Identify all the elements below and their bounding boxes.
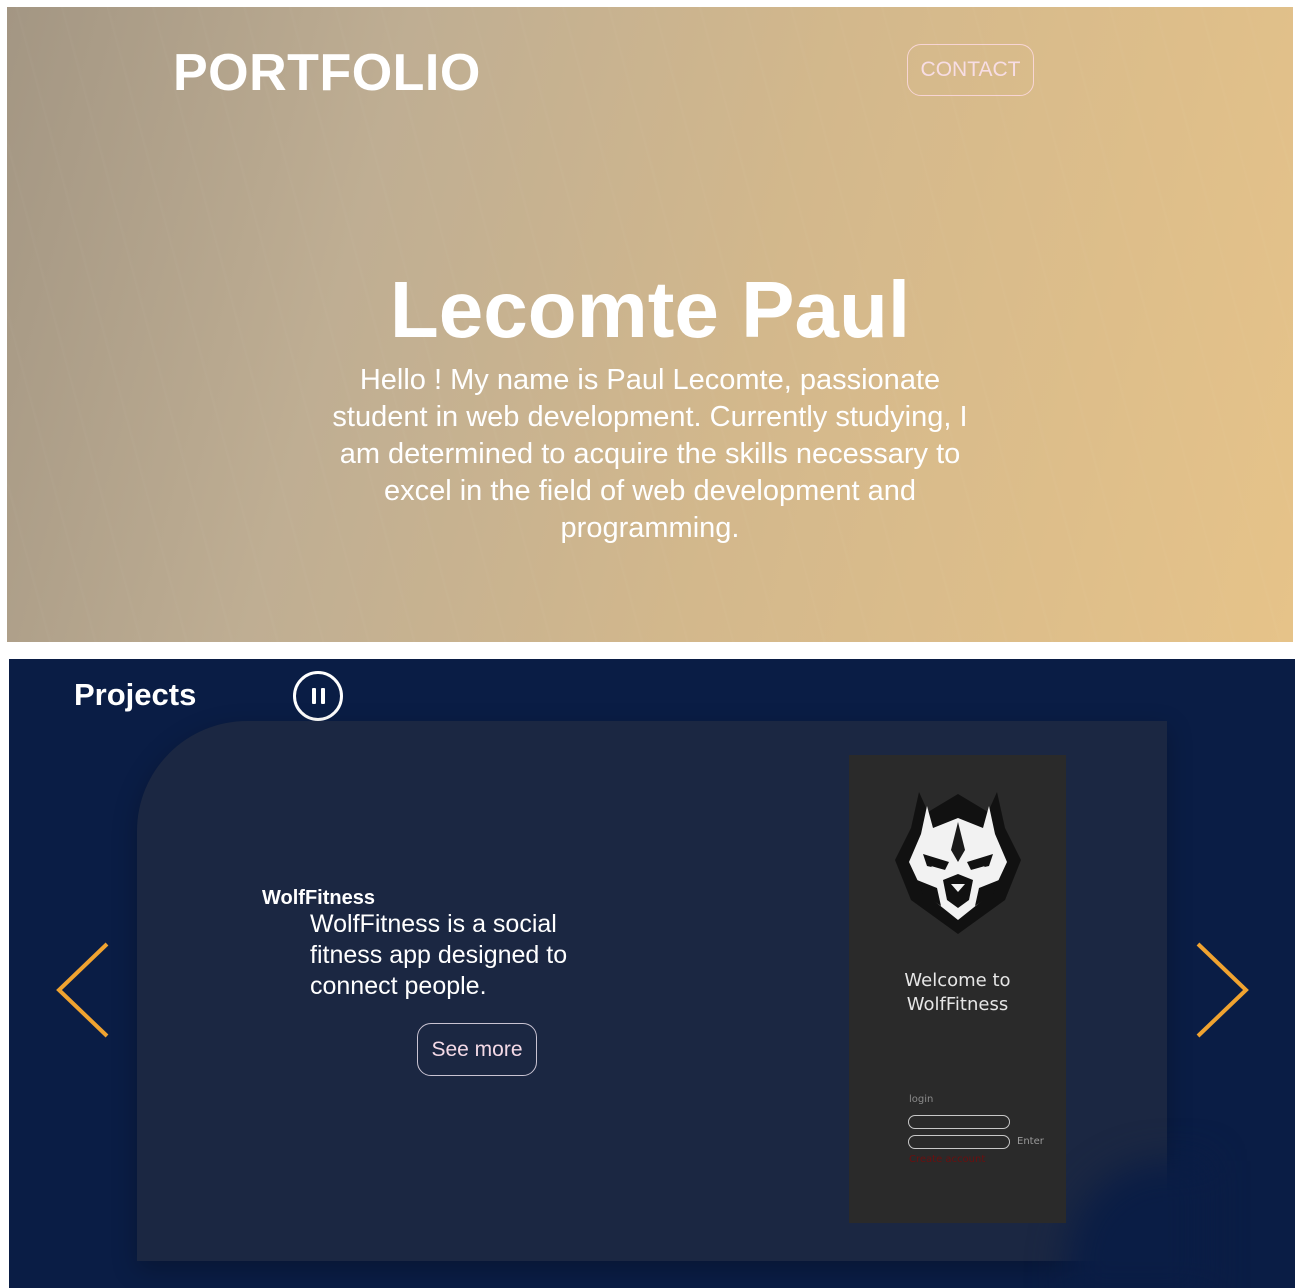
chevron-left-icon[interactable]	[53, 940, 113, 1040]
hero-section: PORTFOLIO CONTACT Lecomte Paul Hello ! M…	[7, 7, 1293, 642]
preview-enter-label: Enter	[1017, 1136, 1044, 1147]
wolf-logo-icon	[895, 792, 1021, 934]
project-description: WolfFitness is a social fitness app desi…	[310, 910, 568, 1000]
hero-intro: Hello ! My name is Paul Lecomte, passion…	[332, 364, 968, 544]
projects-title: Projects	[74, 677, 197, 712]
preview-welcome-line1: Welcome to	[904, 970, 1011, 991]
pause-icon	[311, 688, 316, 704]
hero-name: Lecomte Paul	[389, 265, 911, 354]
project-card: WolfFitness WolfFitness is a social fitn…	[137, 721, 1207, 1288]
preview-welcome-line2: WolfFitness	[906, 994, 1009, 1015]
project-name: WolfFitness	[262, 887, 375, 909]
preview-password-field	[908, 1135, 1010, 1149]
carousel-pause-button[interactable]	[293, 671, 343, 721]
preview-login-field	[908, 1115, 1010, 1129]
see-more-button[interactable]: See more	[417, 1023, 537, 1076]
card-corner-fade	[1067, 1161, 1207, 1288]
preview-create-account-label: Create account	[909, 1154, 986, 1165]
site-brand[interactable]: PORTFOLIO	[173, 43, 481, 103]
chevron-right-icon[interactable]	[1192, 940, 1252, 1040]
preview-welcome-text: Welcome to WolfFitness	[849, 969, 1066, 1017]
project-preview-screenshot: Welcome to WolfFitness login Enter Creat…	[849, 755, 1066, 1223]
preview-login-label: login	[909, 1094, 934, 1105]
projects-section: Projects WolfFitness WolfFitness is a so…	[9, 659, 1295, 1288]
contact-button[interactable]: CONTACT	[907, 44, 1034, 96]
pause-icon-bar	[320, 688, 325, 704]
